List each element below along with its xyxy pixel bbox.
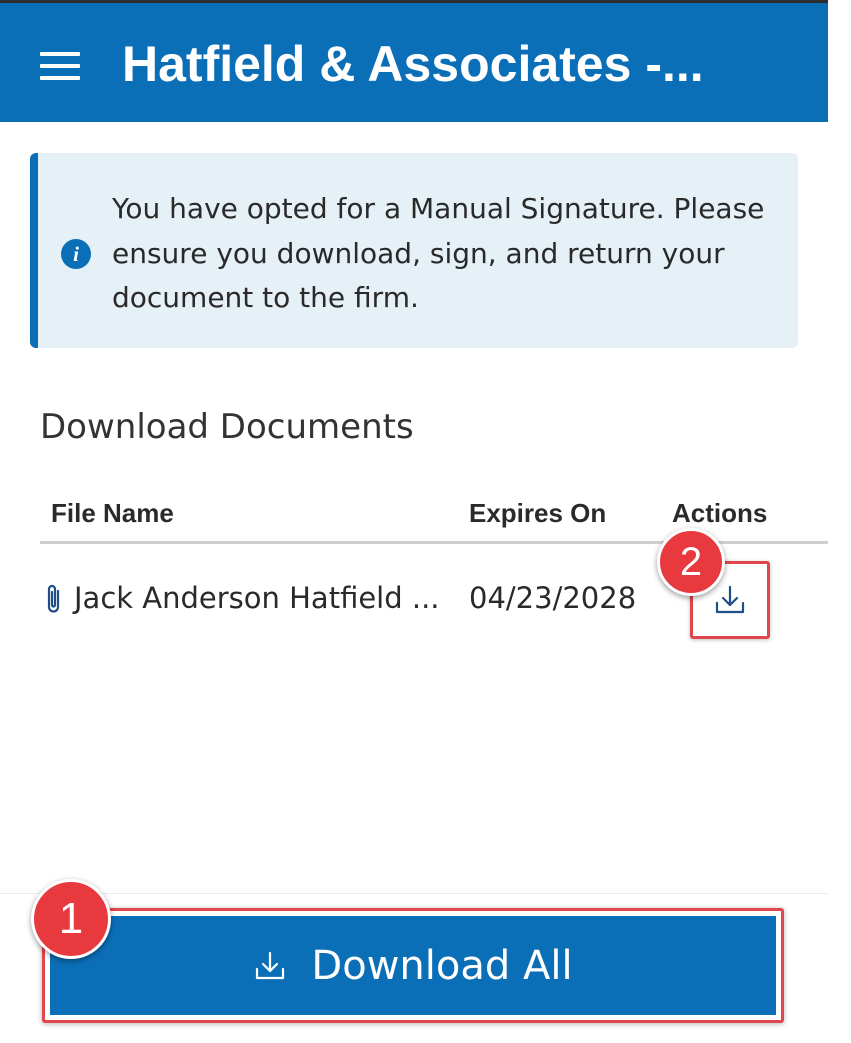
column-header-actions: Actions [672, 498, 768, 528]
download-all-button[interactable]: Download All [50, 916, 776, 1015]
section-title: Download Documents [40, 407, 414, 447]
page-title: Hatfield & Associates -... [122, 36, 704, 92]
file-name-link[interactable]: Jack Anderson Hatfield ... [74, 578, 440, 618]
download-all-label: Download All [311, 942, 573, 989]
expiry-date: 04/23/2028 [469, 581, 637, 615]
download-icon [715, 585, 745, 614]
column-header-expires-on: Expires On [469, 498, 607, 528]
paperclip-icon [47, 584, 60, 613]
column-header-file-name: File Name [51, 498, 174, 528]
info-icon: i [61, 239, 91, 269]
manual-signature-banner: i You have opted for a Manual Signature.… [30, 153, 798, 348]
step-1-badge: 1 [31, 879, 111, 959]
download-all-highlight: Download All [42, 908, 784, 1023]
step-2-badge: 2 [657, 528, 725, 596]
download-icon [256, 951, 285, 979]
page-edge [828, 0, 851, 1042]
banner-message: You have opted for a Manual Signature. P… [112, 192, 765, 314]
hamburger-menu-icon[interactable] [40, 52, 80, 80]
app-header: Hatfield & Associates -... [0, 3, 828, 122]
